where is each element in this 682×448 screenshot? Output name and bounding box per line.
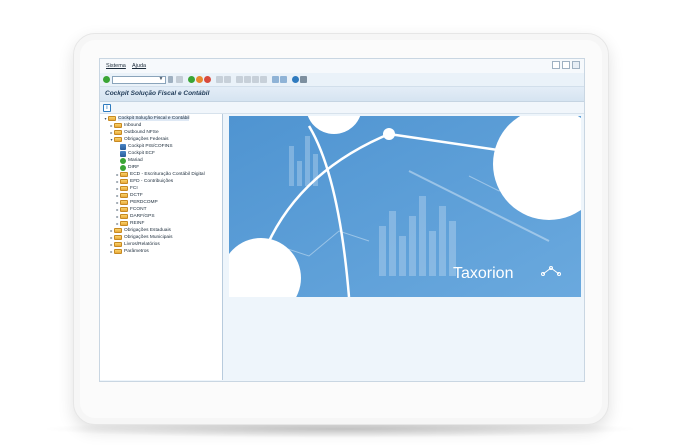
check-icon — [120, 164, 126, 171]
tree-item-obrigacoes-federais[interactable]: ▾ Obrigações Federais — [109, 136, 169, 143]
tree-item-inbound[interactable]: ▸ Inbound — [109, 122, 141, 129]
folder-icon — [120, 179, 128, 184]
folder-icon — [120, 207, 128, 212]
new-session-icon[interactable] — [272, 76, 279, 83]
folder-icon — [114, 123, 122, 128]
tree-item-reinf[interactable]: ▸ REINF — [115, 220, 144, 227]
menu-bar: Sistema Ajuda — [100, 59, 584, 73]
tree-item-perdcomp[interactable]: ▸ PERDCOMP — [115, 199, 158, 206]
folder-icon — [120, 193, 128, 198]
screen-title-bar: Cockpit Solução Fiscal e Contábil — [100, 87, 584, 102]
tree-item-cockpit-pis-cofins[interactable]: Cockpit PIS/COFINS — [115, 143, 173, 150]
tree-item-mariad[interactable]: Mariad — [115, 157, 143, 164]
folder-icon — [114, 235, 122, 240]
banner-graphic: Taxorion — [229, 116, 581, 297]
folder-icon — [120, 221, 128, 226]
cockpit-icon — [120, 150, 126, 157]
tree-item-cockpit-ecf[interactable]: Cockpit ECF — [115, 150, 155, 157]
next-page-icon[interactable] — [252, 76, 259, 83]
navigation-tree: ▾ Cockpit Solução Fiscal e Contábil ▸ Inbo… — [100, 114, 223, 380]
tree-item-obrigacoes-municipais[interactable]: ▸ Obrigações Municipais — [109, 234, 173, 241]
save-icon[interactable] — [176, 76, 183, 83]
back-icon[interactable] — [168, 76, 173, 83]
tree-root[interactable]: ▾ Cockpit Solução Fiscal e Contábil — [103, 115, 190, 122]
prev-page-icon[interactable] — [244, 76, 251, 83]
tree-item-efd-contribuicoes[interactable]: ▸ EFD - Contribuições — [115, 178, 173, 185]
sap-window: Sistema Ajuda ▼ Cockpit Solução Fiscal e… — [99, 58, 585, 382]
help-icon[interactable] — [292, 76, 299, 83]
tree-item-livros-relatorios[interactable]: ▸ Livros/Relatórios — [109, 241, 160, 248]
first-page-icon[interactable] — [236, 76, 243, 83]
folder-icon — [114, 249, 122, 254]
settings-icon[interactable] — [300, 76, 307, 83]
close-icon[interactable] — [572, 61, 580, 69]
print-icon[interactable] — [216, 76, 223, 83]
folder-icon — [108, 116, 116, 121]
check-icon — [120, 157, 126, 164]
banner-brand: Taxorion — [453, 265, 513, 282]
folder-icon — [120, 186, 128, 191]
menu-ajuda[interactable]: Ajuda — [132, 63, 146, 69]
folder-icon — [120, 172, 128, 177]
tree-item-fci[interactable]: ▸ FCI — [115, 185, 138, 192]
shortcut-icon[interactable] — [280, 76, 287, 83]
tree-item-darf-gps[interactable]: ▸ DARF/GPS — [115, 213, 155, 220]
taxorion-banner: Taxorion — [229, 116, 581, 297]
content-area — [223, 299, 584, 381]
menu-sistema[interactable]: Sistema — [106, 63, 126, 69]
enter-icon[interactable] — [103, 76, 110, 83]
tree-item-ecd[interactable]: ▸ ECD - Escrituração Contábil Digital — [115, 171, 205, 178]
tree-item-dctf[interactable]: ▸ DCTF — [115, 192, 143, 199]
system-toolbar: ▼ — [100, 73, 584, 87]
minimize-icon[interactable] — [552, 61, 560, 69]
folder-icon — [114, 137, 122, 142]
tree-item-dirf[interactable]: DIRF — [115, 164, 139, 171]
folder-icon — [114, 130, 122, 135]
back-green-icon[interactable] — [188, 76, 195, 83]
tree-item-obrigacoes-estaduais[interactable]: ▸ Obrigações Estaduais — [109, 227, 171, 234]
folder-icon — [114, 242, 122, 247]
tree-item-parametros[interactable]: ▸ Parâmetros — [109, 248, 149, 255]
chevron-down-icon[interactable]: ▼ — [158, 76, 164, 82]
window-controls — [552, 61, 580, 69]
last-page-icon[interactable] — [260, 76, 267, 83]
tree-item-fcont[interactable]: ▸ FCONT — [115, 206, 147, 213]
folder-icon — [120, 214, 128, 219]
cancel-icon[interactable] — [204, 76, 211, 83]
screen-title: Cockpit Solução Fiscal e Contábil — [105, 90, 210, 97]
tree-item-outbound-nfse[interactable]: ▸ Outbound NFSe — [109, 129, 159, 136]
info-icon[interactable]: i — [103, 104, 111, 112]
maximize-icon[interactable] — [562, 61, 570, 69]
find-icon[interactable] — [224, 76, 231, 83]
folder-icon — [114, 228, 122, 233]
cockpit-icon — [120, 143, 126, 150]
exit-icon[interactable] — [196, 76, 203, 83]
application-toolbar: i — [100, 102, 584, 114]
folder-icon — [120, 200, 128, 205]
